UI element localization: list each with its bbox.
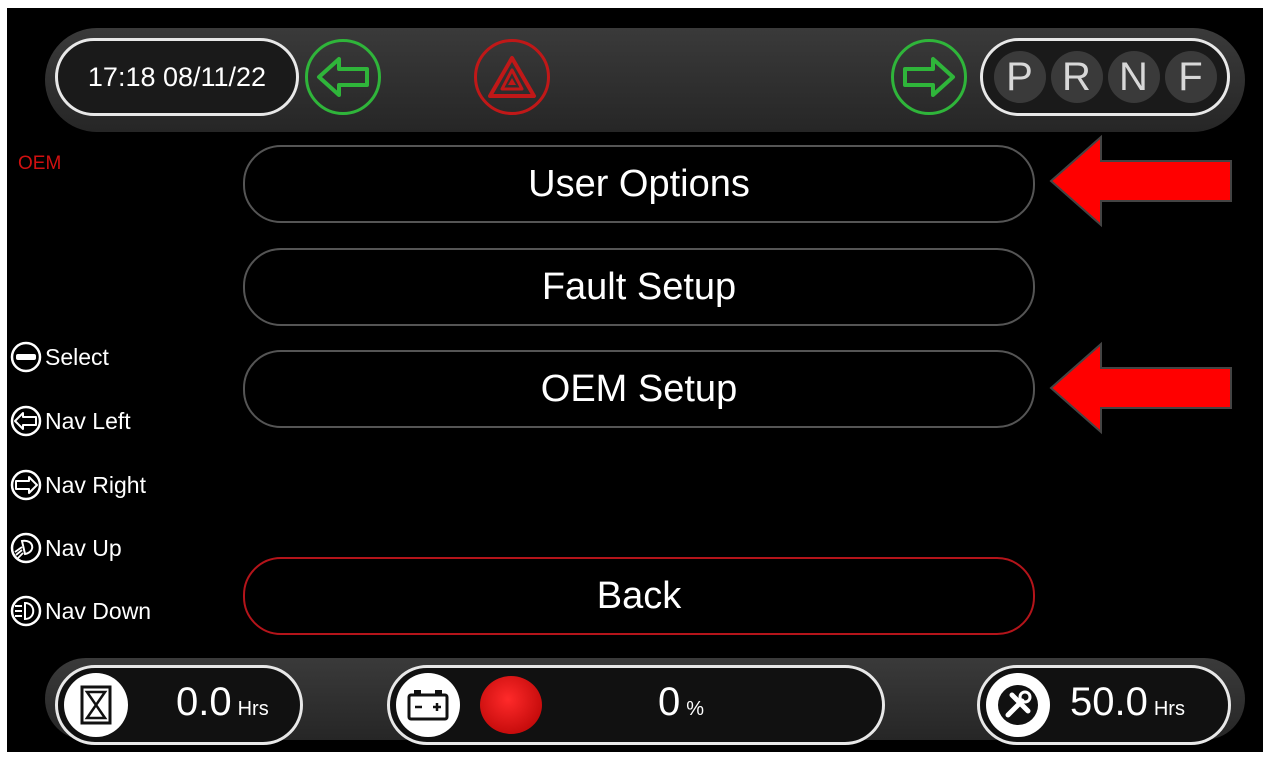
back-label: Back [596,574,682,617]
legend-nav-left: Nav Left [9,404,131,438]
gear-f: F [1164,51,1217,103]
hazard-button[interactable] [474,39,550,115]
oem-setup-button[interactable]: OEM Setup [243,350,1035,428]
service-hours-unit: Hrs [1153,698,1185,720]
hazard-icon [488,56,536,98]
battery-unit: % [686,698,705,720]
gear-p: P [993,51,1046,103]
battery-value-wrap: 0% [658,680,704,725]
wrench-icon [986,673,1050,737]
arrow-right-icon [9,468,43,502]
hourglass-icon [64,673,128,737]
datetime-text: 17:18 08/11/22 [87,61,267,92]
gear-selector: P R N F [980,38,1230,116]
nav-left-button[interactable] [305,39,381,115]
fault-setup-button[interactable]: Fault Setup [243,248,1035,326]
legend-label: Nav Up [45,534,122,561]
legend-nav-down: Nav Down [9,594,151,628]
service-hours-display: 50.0 Hrs [977,665,1231,745]
headlight-low-icon [9,594,43,628]
legend-label: Nav Left [45,407,131,434]
display-screen: 17:18 08/11/22 P R N F OEM User Options … [7,8,1263,752]
engine-hours-unit: Hrs [237,698,269,720]
arrow-right-icon [903,57,955,97]
red-arrow-icon [1049,341,1232,435]
battery-display: 0% [387,665,885,745]
engine-hours-display: 0.0 Hrs [55,665,303,745]
fault-setup-label: Fault Setup [541,265,737,308]
user-options-button[interactable]: User Options [243,145,1035,223]
gear-r: R [1050,51,1103,103]
clock-display: 17:18 08/11/22 [55,38,299,116]
arrow-left-icon [317,57,369,97]
service-hours-value: 50.0 [1070,680,1148,724]
headlight-high-icon [9,531,43,565]
select-icon [9,340,43,374]
nav-right-button[interactable] [891,39,967,115]
gear-n: N [1107,51,1160,103]
engine-hours-value-wrap: 0.0 Hrs [176,680,269,725]
battery-icon [396,673,460,737]
legend-label: Nav Right [45,471,146,498]
legend-label: Nav Down [45,597,152,624]
legend-nav-right: Nav Right [9,468,146,502]
legend-nav-up: Nav Up [9,531,122,565]
legend-label: Select [45,343,109,370]
battery-status-led [480,676,542,734]
arrow-left-icon [9,404,43,438]
back-button[interactable]: Back [243,557,1035,635]
user-options-label: User Options [528,162,750,205]
oem-setup-label: OEM Setup [540,367,738,410]
screen-tag: OEM [18,153,62,174]
red-arrow-icon [1049,134,1232,228]
engine-hours-value: 0.0 [176,680,232,724]
service-hours-value-wrap: 50.0 Hrs [1070,680,1185,725]
battery-value: 0 [658,680,681,724]
legend-select: Select [9,340,109,374]
